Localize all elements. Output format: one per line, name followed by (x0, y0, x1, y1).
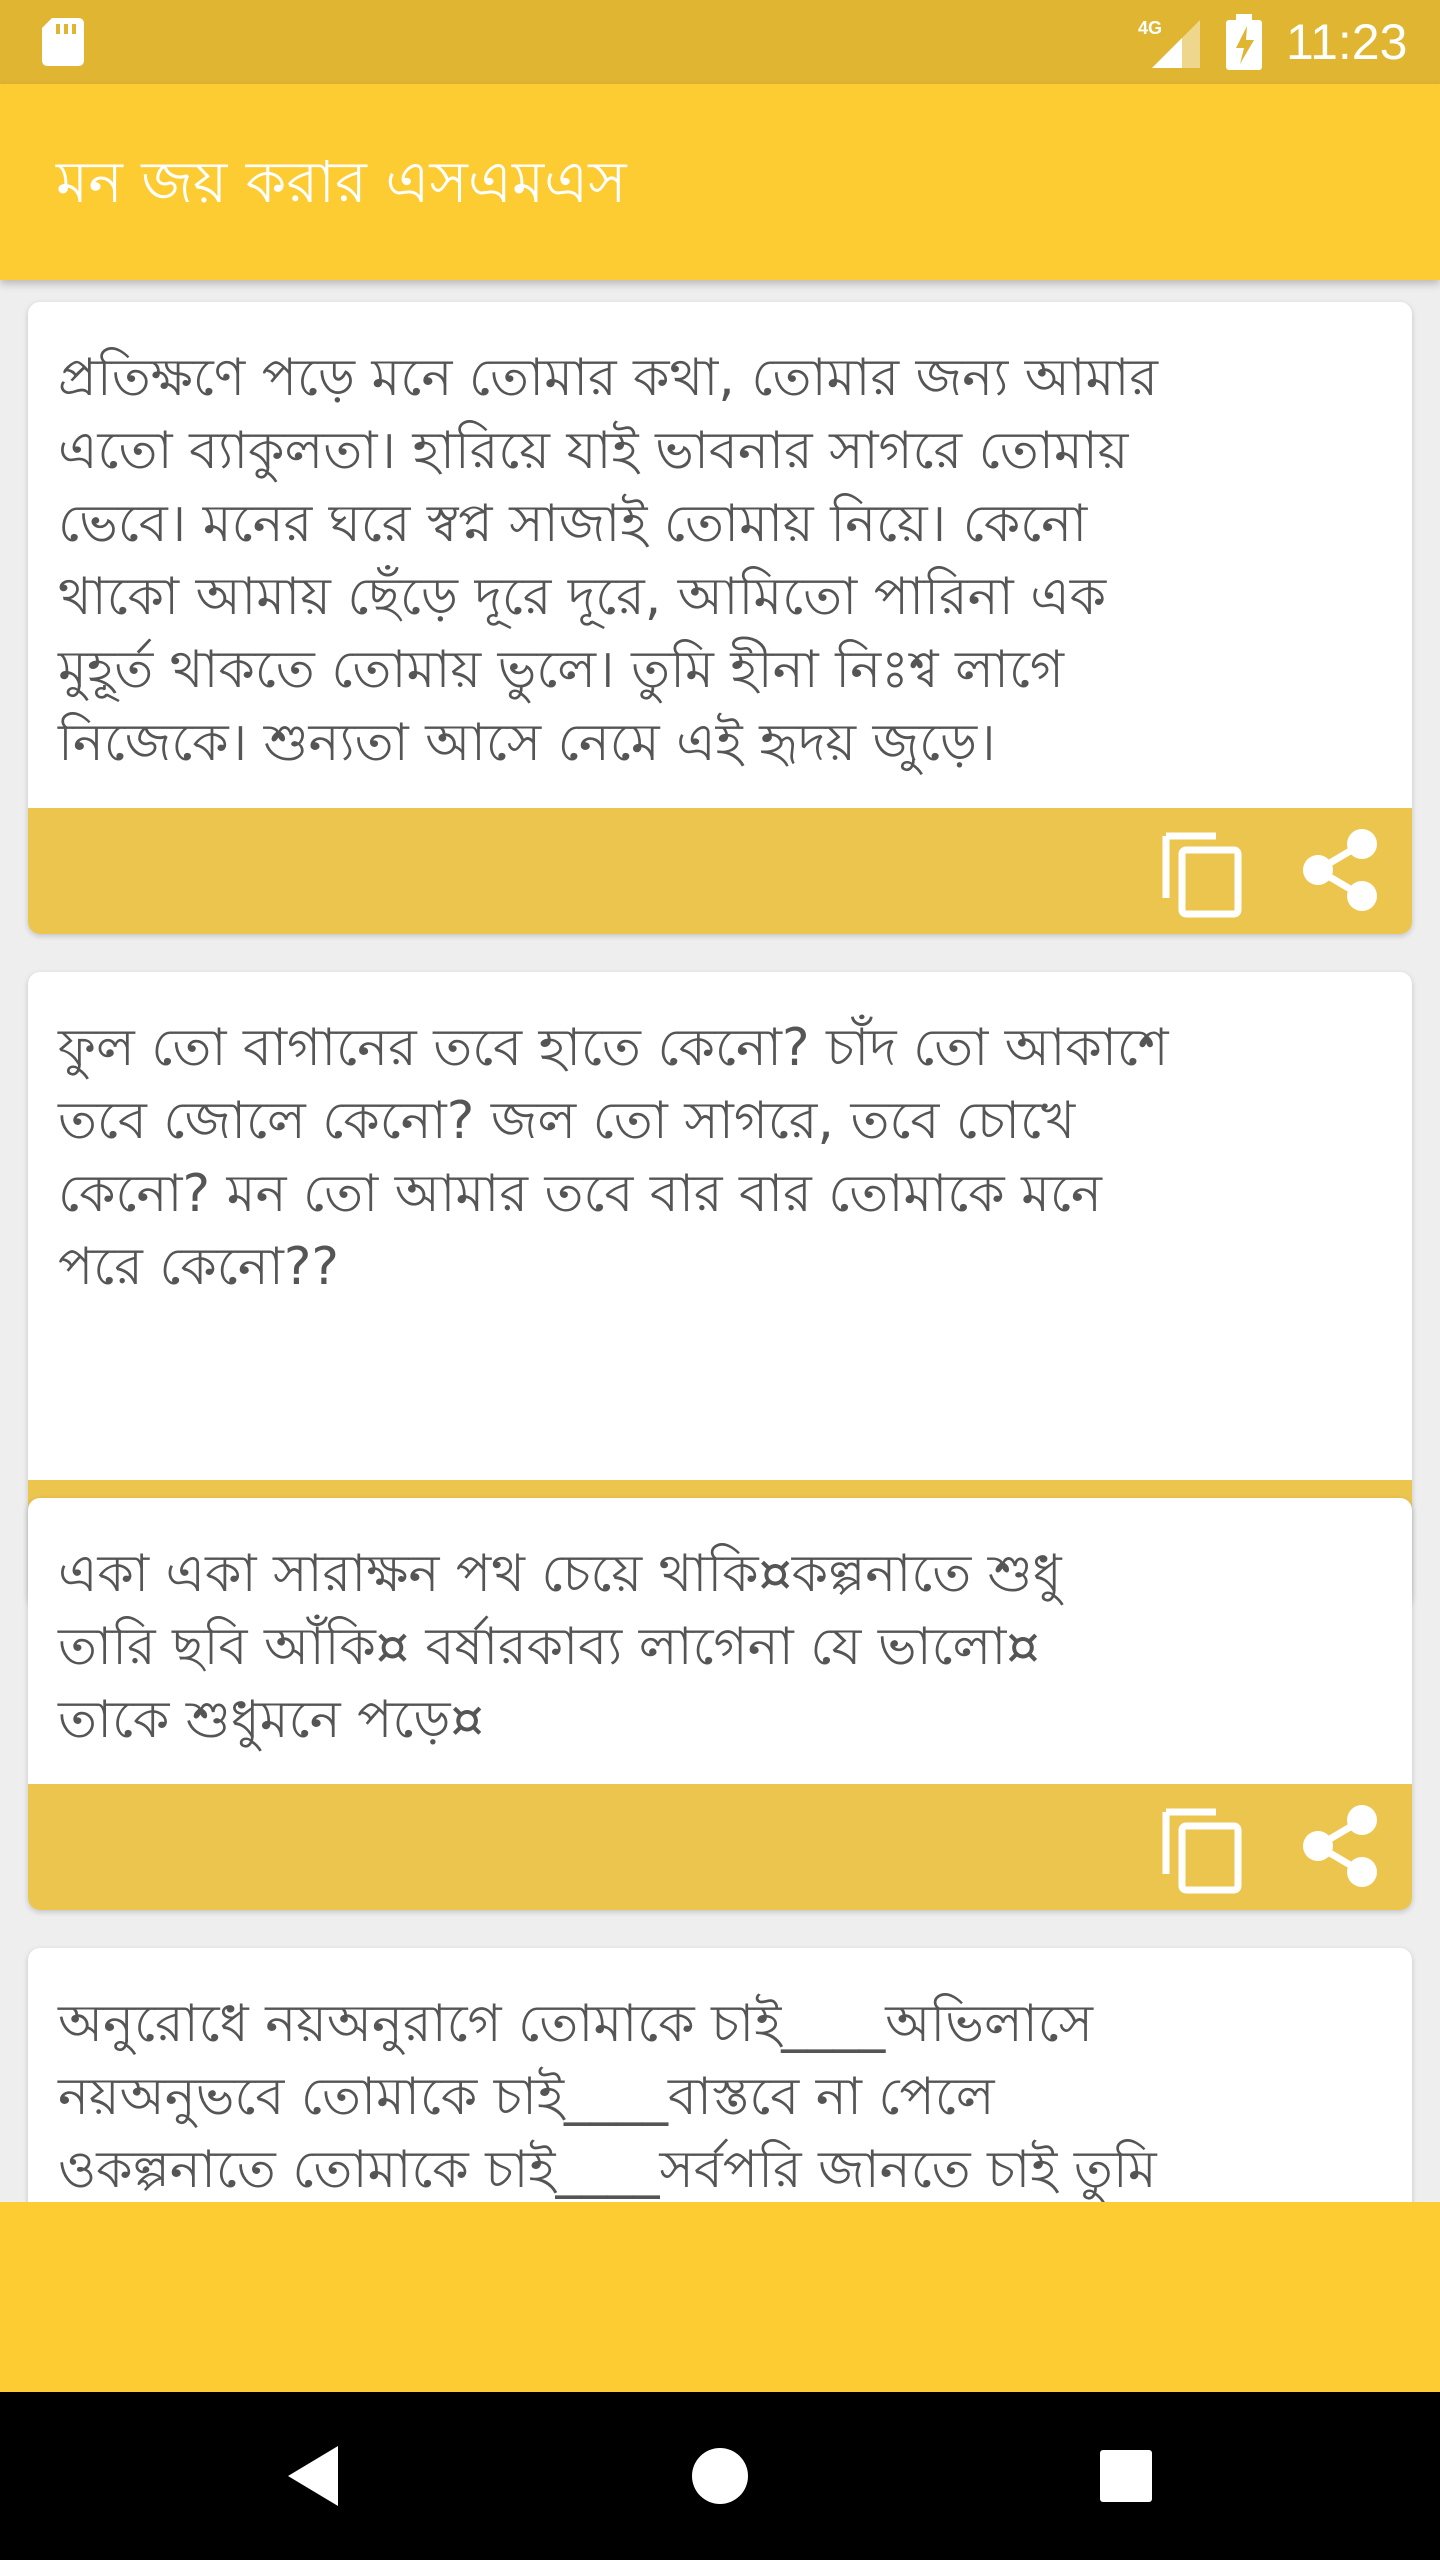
app-bar: মন জয় করার এসএমএস (0, 84, 1440, 280)
status-bar: 4G 11:23 (0, 0, 1440, 84)
card-action-bar (28, 808, 1412, 934)
sms-card: প্রতিক্ষণে পড়ে মনে তোমার কথা, তোমার জন্… (28, 302, 1412, 934)
battery-charging-icon (1226, 14, 1262, 70)
app-title: মন জয় করার এসএমএস (56, 148, 627, 216)
recents-icon[interactable] (1086, 2436, 1166, 2516)
home-icon[interactable] (680, 2436, 760, 2516)
sms-text: একা একা সারাক্ষন পথ চেয়ে থাকি¤কল্পনাতে … (58, 1544, 1062, 1750)
sms-text: প্রতিক্ষণে পড়ে মনে তোমার কথা, তোমার জন্… (58, 348, 1159, 773)
sms-list[interactable]: প্রতিক্ষণে পড়ে মনে তোমার কথা, তোমার জন্… (0, 280, 1440, 2202)
back-icon[interactable] (274, 2436, 354, 2516)
signal-icon: 4G (1138, 18, 1200, 68)
share-icon[interactable] (1294, 1800, 1386, 1892)
sms-text: ফুল তো বাগানের তবে হাতে কেনো? চাঁদ তো আক… (58, 1018, 1169, 1297)
card-action-bar (28, 1784, 1412, 1910)
sms-text: অনুরোধে নয়অনুরাগে তোমাকে চাই____অভিলাসে… (58, 1994, 1157, 2200)
sms-card: একা একা সারাক্ষন পথ চেয়ে থাকি¤কল্পনাতে … (28, 1498, 1412, 1910)
network-type-label: 4G (1138, 18, 1162, 38)
share-icon[interactable] (1294, 824, 1386, 916)
sms-card: অনুরোধে নয়অনুরাগে তোমাকে চাই____অভিলাসে… (28, 1948, 1412, 2202)
copy-icon[interactable] (1158, 1798, 1256, 1896)
status-time: 11:23 (1286, 14, 1408, 70)
navigation-bar (0, 2392, 1440, 2560)
copy-icon[interactable] (1158, 822, 1256, 920)
sd-card-icon (42, 18, 84, 66)
ad-banner[interactable] (0, 2202, 1440, 2392)
